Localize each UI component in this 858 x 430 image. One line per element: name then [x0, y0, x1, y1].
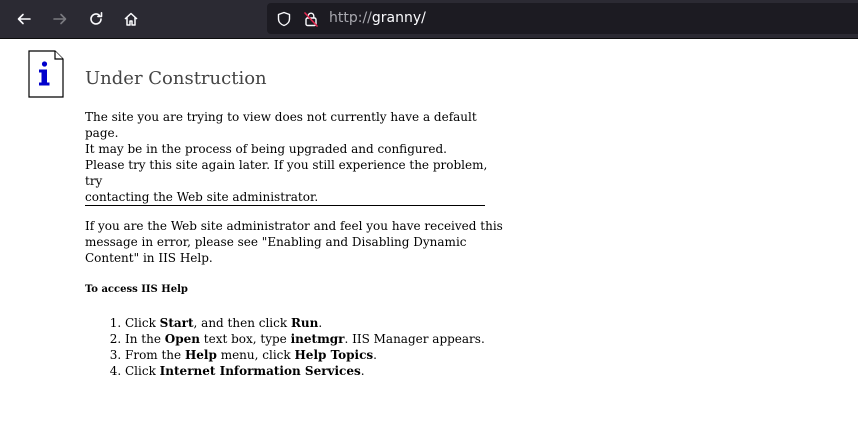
url-text[interactable]: http://granny/ [329, 9, 426, 27]
home-icon [124, 12, 138, 26]
forward-arrow-icon [53, 13, 67, 25]
help-step: Click Start, and then click Run. [125, 315, 485, 331]
help-heading: To access IIS Help [85, 284, 188, 295]
browser-toolbar: http://granny/ [0, 0, 858, 39]
url-host: granny/ [371, 10, 426, 26]
help-step: In the Open text box, type inetmgr. IIS … [125, 331, 485, 347]
url-protocol: http:// [329, 10, 372, 26]
admin-notice: If you are the Web site administrator an… [85, 218, 505, 266]
notice-line: Content" in IIS Help. [85, 251, 213, 265]
try-again-notice: Please try this site again later. If you… [85, 157, 505, 205]
notice-line: The site you are trying to view does not… [85, 110, 477, 140]
insecure-lock-icon[interactable] [303, 11, 319, 27]
reload-button[interactable] [82, 5, 110, 33]
reload-icon [90, 12, 103, 25]
page-title: Under Construction [85, 68, 267, 89]
help-step: From the Help menu, click Help Topics. [125, 347, 485, 363]
notice-line: It may be in the process of being upgrad… [85, 142, 447, 156]
address-bar[interactable]: http://granny/ [267, 3, 858, 34]
notice-line: message in error, please see "Enabling a… [85, 235, 467, 249]
help-steps-list: Click Start, and then click Run. In the … [85, 315, 485, 379]
notice-line: If you are the Web site administrator an… [85, 219, 503, 233]
notice-line: contacting the Web site administrator. [85, 190, 319, 204]
forward-button[interactable] [46, 5, 74, 33]
home-button[interactable] [117, 5, 145, 33]
default-page-notice: The site you are trying to view does not… [85, 109, 505, 157]
info-document-icon [28, 50, 64, 98]
shield-icon[interactable] [276, 11, 292, 27]
back-arrow-icon [17, 13, 31, 25]
divider [85, 205, 485, 206]
notice-line: Please try this site again later. If you… [85, 158, 488, 188]
back-button[interactable] [10, 5, 38, 33]
page-content: Under Construction The site you are tryi… [0, 39, 858, 430]
help-step: Click Internet Information Services. [125, 363, 485, 379]
